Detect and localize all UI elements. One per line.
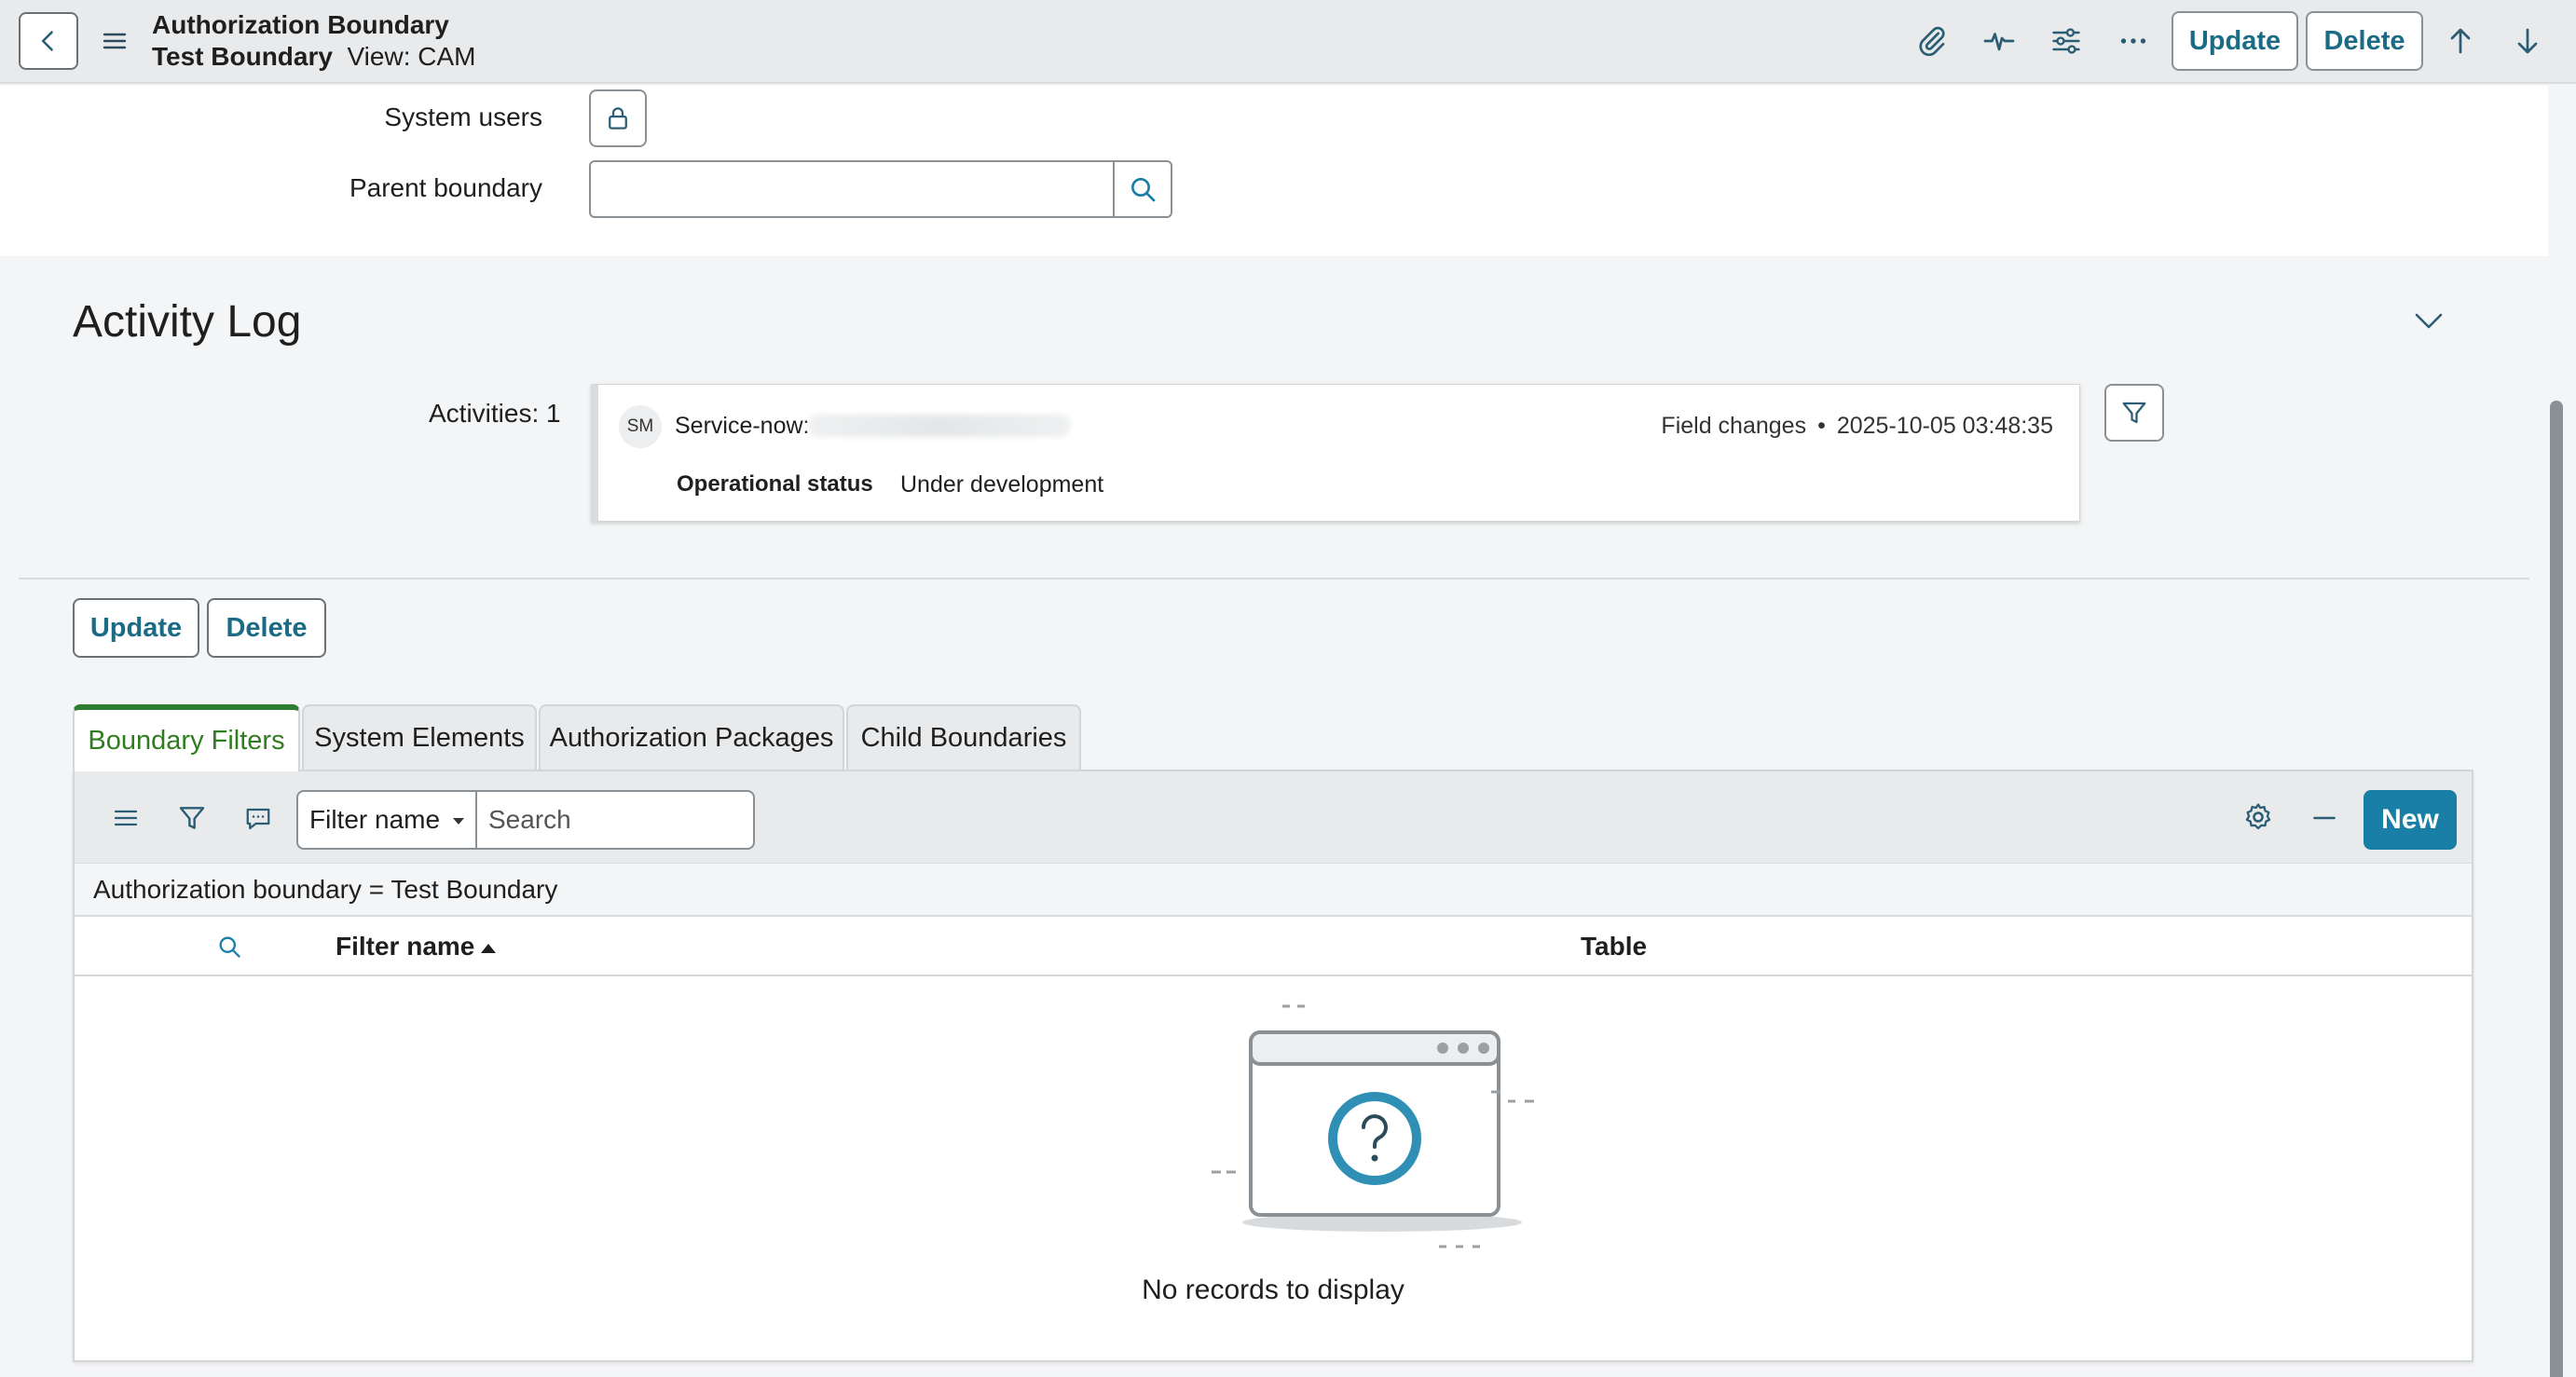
back-arrow-icon (41, 31, 53, 51)
list-column-header: Filter name Table (75, 917, 2472, 976)
chevron-down-icon[interactable] (2412, 307, 2446, 334)
filter-funnel-icon (2122, 402, 2146, 424)
activity-entry-card: SM Service-now: Field changes • 2025-10-05… (591, 384, 2080, 522)
tab-child-boundaries[interactable]: Child Boundaries (846, 704, 1081, 770)
filter-field-value: Filter name (309, 805, 441, 834)
arrow-up-icon[interactable] (2444, 24, 2477, 58)
section-divider (19, 578, 2529, 579)
related-list-panel: Filter name New Authorization boundary =… (73, 770, 2473, 1362)
sliders-icon[interactable] (2049, 24, 2083, 58)
changed-field-name: Operational status (677, 471, 873, 497)
list-search-input[interactable] (475, 790, 755, 850)
changed-field-value: Under development (900, 471, 1104, 498)
header-update-button[interactable]: Update (2172, 11, 2298, 71)
list-breadcrumb[interactable]: Authorization boundary = Test Boundary (75, 863, 2472, 917)
header-delete-button[interactable]: Delete (2306, 11, 2423, 71)
delete-button[interactable]: Delete (207, 598, 326, 658)
tab-system-elements[interactable]: System Elements (302, 704, 537, 770)
tab-authorization-packages[interactable]: Authorization Packages (539, 704, 844, 770)
column-search-icon[interactable] (216, 934, 242, 960)
table-title: Authorization Boundary (152, 10, 449, 39)
activity-pulse-icon[interactable] (1982, 24, 2016, 58)
list-toolbar: Filter name New (75, 771, 2472, 863)
parent-boundary-field[interactable] (589, 160, 1115, 218)
avatar: SM (619, 405, 662, 448)
column-filter-name[interactable]: Filter name (336, 932, 474, 961)
filter-funnel-icon[interactable] (177, 803, 207, 833)
activity-filter-button[interactable] (2104, 384, 2164, 442)
comment-icon[interactable] (244, 805, 272, 833)
hamburger-menu-icon[interactable] (101, 28, 129, 54)
filter-field-select[interactable]: Filter name (296, 790, 477, 850)
parent-boundary-lookup-button[interactable] (1113, 160, 1172, 218)
more-icon[interactable] (2117, 24, 2150, 58)
system-users-lock-button[interactable] (589, 89, 647, 147)
activities-count: Activities: 1 (429, 399, 561, 428)
sort-ascending-icon[interactable] (479, 941, 498, 954)
empty-state-illustration (1212, 1004, 1534, 1248)
paperclip-icon[interactable] (1915, 24, 1949, 58)
redacted-author-name (809, 415, 1070, 437)
list-menu-icon[interactable] (112, 805, 140, 831)
meta-separator: • (1817, 413, 1826, 439)
minimize-icon[interactable] (2309, 803, 2339, 833)
column-table[interactable]: Table (1581, 932, 1647, 961)
system-users-label: System users (384, 102, 542, 131)
back-button[interactable] (19, 12, 78, 70)
activity-author: Service-now: (675, 413, 810, 439)
lock-icon (609, 107, 627, 130)
page-scrollbar[interactable] (2550, 401, 2563, 1377)
record-subtitle: Test Boundary View: CAM (152, 41, 475, 73)
form-fields-section: System users Parent boundary (0, 86, 2548, 256)
form-header: Authorization Boundary Test Boundary Vie… (0, 0, 2576, 84)
record-name: Test Boundary (152, 42, 333, 71)
empty-state-message: No records to display (1142, 1275, 1404, 1305)
view-label: View: CAM (347, 42, 476, 71)
caret-down-icon (453, 818, 464, 825)
activity-timestamp: 2025-10-05 03:48:35 (1836, 413, 2053, 439)
activity-log-heading: Activity Log (73, 297, 302, 347)
new-record-button[interactable]: New (2364, 790, 2457, 850)
search-icon (1131, 178, 1156, 202)
tab-boundary-filters[interactable]: Boundary Filters (73, 704, 300, 771)
record-title-block: Authorization Boundary Test Boundary Vie… (152, 9, 475, 73)
arrow-down-icon[interactable] (2511, 24, 2544, 58)
gear-icon[interactable] (2242, 801, 2274, 833)
change-type: Field changes (1661, 413, 1807, 439)
activity-meta: Field changes • 2025-10-05 03:48:35 (1661, 413, 2053, 440)
parent-boundary-label: Parent boundary (349, 173, 542, 202)
update-button[interactable]: Update (73, 598, 199, 658)
